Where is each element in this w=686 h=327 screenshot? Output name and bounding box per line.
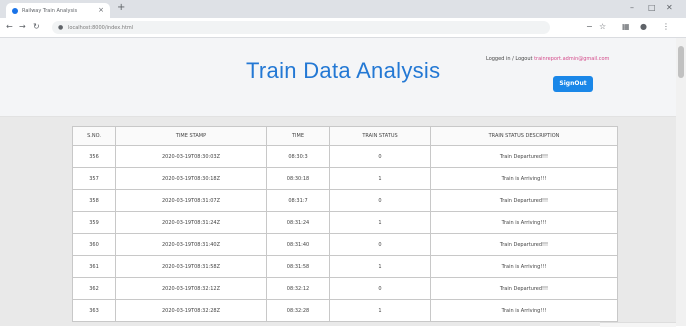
cell-train-status: 0	[329, 189, 431, 212]
address-bar: ← → ↻ ● localhost:8000/index.html − ☆ ▦ …	[0, 18, 686, 38]
extensions-icon[interactable]: ▦	[622, 22, 630, 31]
table-row: 361 2020-03-19T08:31:58Z 08:31:58 1 Trai…	[72, 255, 618, 278]
tab-favicon-icon	[12, 8, 18, 14]
cell-status-description: Train Departured!!!	[430, 233, 618, 256]
new-tab-icon[interactable]: +	[117, 3, 125, 13]
cell-time: 08:30:18	[266, 167, 330, 190]
page-title: Train Data Analysis	[246, 58, 441, 83]
tab-close-icon[interactable]: ×	[98, 6, 104, 14]
cell-sno: 359	[72, 211, 116, 234]
cell-status-description: Train is Arriving!!!	[430, 255, 618, 278]
cell-sno: 360	[72, 233, 116, 256]
menu-icon[interactable]: ⋮	[662, 22, 670, 31]
cell-train-status: 1	[329, 255, 431, 278]
cell-train-status: 0	[329, 277, 431, 300]
scrollbar-thumb[interactable]	[678, 46, 684, 78]
table-row: 363 2020-03-19T08:32:28Z 08:32:28 1 Trai…	[72, 299, 618, 322]
star-icon[interactable]: ☆	[599, 22, 606, 31]
lock-icon: ●	[58, 24, 64, 31]
cell-sno: 363	[72, 299, 116, 322]
col-header-time: TIME	[266, 126, 330, 146]
cell-timestamp: 2020-03-19T08:31:07Z	[115, 189, 267, 212]
window-close-icon[interactable]: ✕	[666, 3, 673, 12]
table-header-row: S.NO. TIME STAMP TIME TRAIN STATUS TRAIN…	[72, 126, 618, 146]
cell-sno: 356	[72, 145, 116, 168]
table-row: 359 2020-03-19T08:31:24Z 08:31:24 1 Trai…	[72, 211, 618, 234]
page-scrollbar[interactable]	[676, 38, 686, 326]
cell-time: 08:32:12	[266, 277, 330, 300]
page-header: Train Data Analysis Logged in / Logout t…	[0, 38, 676, 117]
cell-status-description: Train is Arriving!!!	[430, 167, 618, 190]
cell-timestamp: 2020-03-19T08:31:24Z	[115, 211, 267, 234]
cell-time: 08:31:24	[266, 211, 330, 234]
cell-time: 08:31:7	[266, 189, 330, 212]
train-data-table: S.NO. TIME STAMP TIME TRAIN STATUS TRAIN…	[72, 126, 618, 322]
login-email: trainreport.admin@gmail.com	[534, 56, 610, 62]
login-info: Logged in / Logout trainreport.admin@gma…	[486, 56, 609, 62]
cell-train-status: 0	[329, 233, 431, 256]
cell-train-status: 1	[329, 299, 431, 322]
table-row: 360 2020-03-19T08:31:40Z 08:31:40 0 Trai…	[72, 233, 618, 256]
cell-time: 08:32:28	[266, 299, 330, 322]
cell-timestamp: 2020-03-19T08:31:58Z	[115, 255, 267, 278]
cell-timestamp: 2020-03-19T08:30:18Z	[115, 167, 267, 190]
url-text: localhost:8000/index.html	[68, 25, 134, 31]
cell-timestamp: 2020-03-19T08:31:40Z	[115, 233, 267, 256]
bottom-corner-widget	[600, 322, 676, 327]
col-header-timestamp: TIME STAMP	[115, 126, 267, 146]
cell-train-status: 0	[329, 145, 431, 168]
forward-arrow-icon[interactable]: →	[19, 22, 26, 31]
reload-icon[interactable]: ↻	[33, 22, 40, 31]
cell-timestamp: 2020-03-19T08:32:28Z	[115, 299, 267, 322]
cell-sno: 358	[72, 189, 116, 212]
cell-sno: 362	[72, 277, 116, 300]
cell-time: 08:31:58	[266, 255, 330, 278]
cell-time: 08:30:3	[266, 145, 330, 168]
page-viewport: Train Data Analysis Logged in / Logout t…	[0, 38, 676, 326]
cell-status-description: Train is Arriving!!!	[430, 211, 618, 234]
cell-status-description: Train Departured!!!	[430, 189, 618, 212]
table-row: 362 2020-03-19T08:32:12Z 08:32:12 0 Trai…	[72, 277, 618, 300]
maximize-icon[interactable]: □	[648, 3, 656, 12]
cell-train-status: 1	[329, 211, 431, 234]
browser-tab-bar: Railway Train Analysis × + – □ ✕	[0, 0, 686, 18]
col-header-train-status: TRAIN STATUS	[329, 126, 431, 146]
signout-button[interactable]: SignOut	[553, 76, 593, 92]
col-header-status-description: TRAIN STATUS DESCRIPTION	[430, 126, 618, 146]
back-arrow-icon[interactable]: ←	[6, 22, 13, 31]
login-prefix[interactable]: Logged in / Logout	[486, 56, 534, 62]
tab-title: Railway Train Analysis	[22, 8, 78, 14]
col-header-sno: S.NO.	[72, 126, 116, 146]
cell-status-description: Train Departured!!!	[430, 145, 618, 168]
browser-tab[interactable]: Railway Train Analysis ×	[6, 3, 110, 18]
table-row: 358 2020-03-19T08:31:07Z 08:31:7 0 Train…	[72, 189, 618, 212]
cell-status-description: Train Departured!!!	[430, 277, 618, 300]
cell-timestamp: 2020-03-19T08:32:12Z	[115, 277, 267, 300]
cell-status-description: Train is Arriving!!!	[430, 299, 618, 322]
profile-icon[interactable]: ●	[640, 22, 647, 31]
cell-sno: 357	[72, 167, 116, 190]
table-row: 357 2020-03-19T08:30:18Z 08:30:18 1 Trai…	[72, 167, 618, 190]
cell-timestamp: 2020-03-19T08:30:03Z	[115, 145, 267, 168]
cell-train-status: 1	[329, 167, 431, 190]
cell-sno: 361	[72, 255, 116, 278]
zoom-icon[interactable]: −	[586, 22, 593, 31]
url-field[interactable]: ● localhost:8000/index.html	[52, 21, 550, 34]
cell-time: 08:31:40	[266, 233, 330, 256]
table-row: 356 2020-03-19T08:30:03Z 08:30:3 0 Train…	[72, 145, 618, 168]
minimize-icon[interactable]: –	[630, 3, 634, 12]
